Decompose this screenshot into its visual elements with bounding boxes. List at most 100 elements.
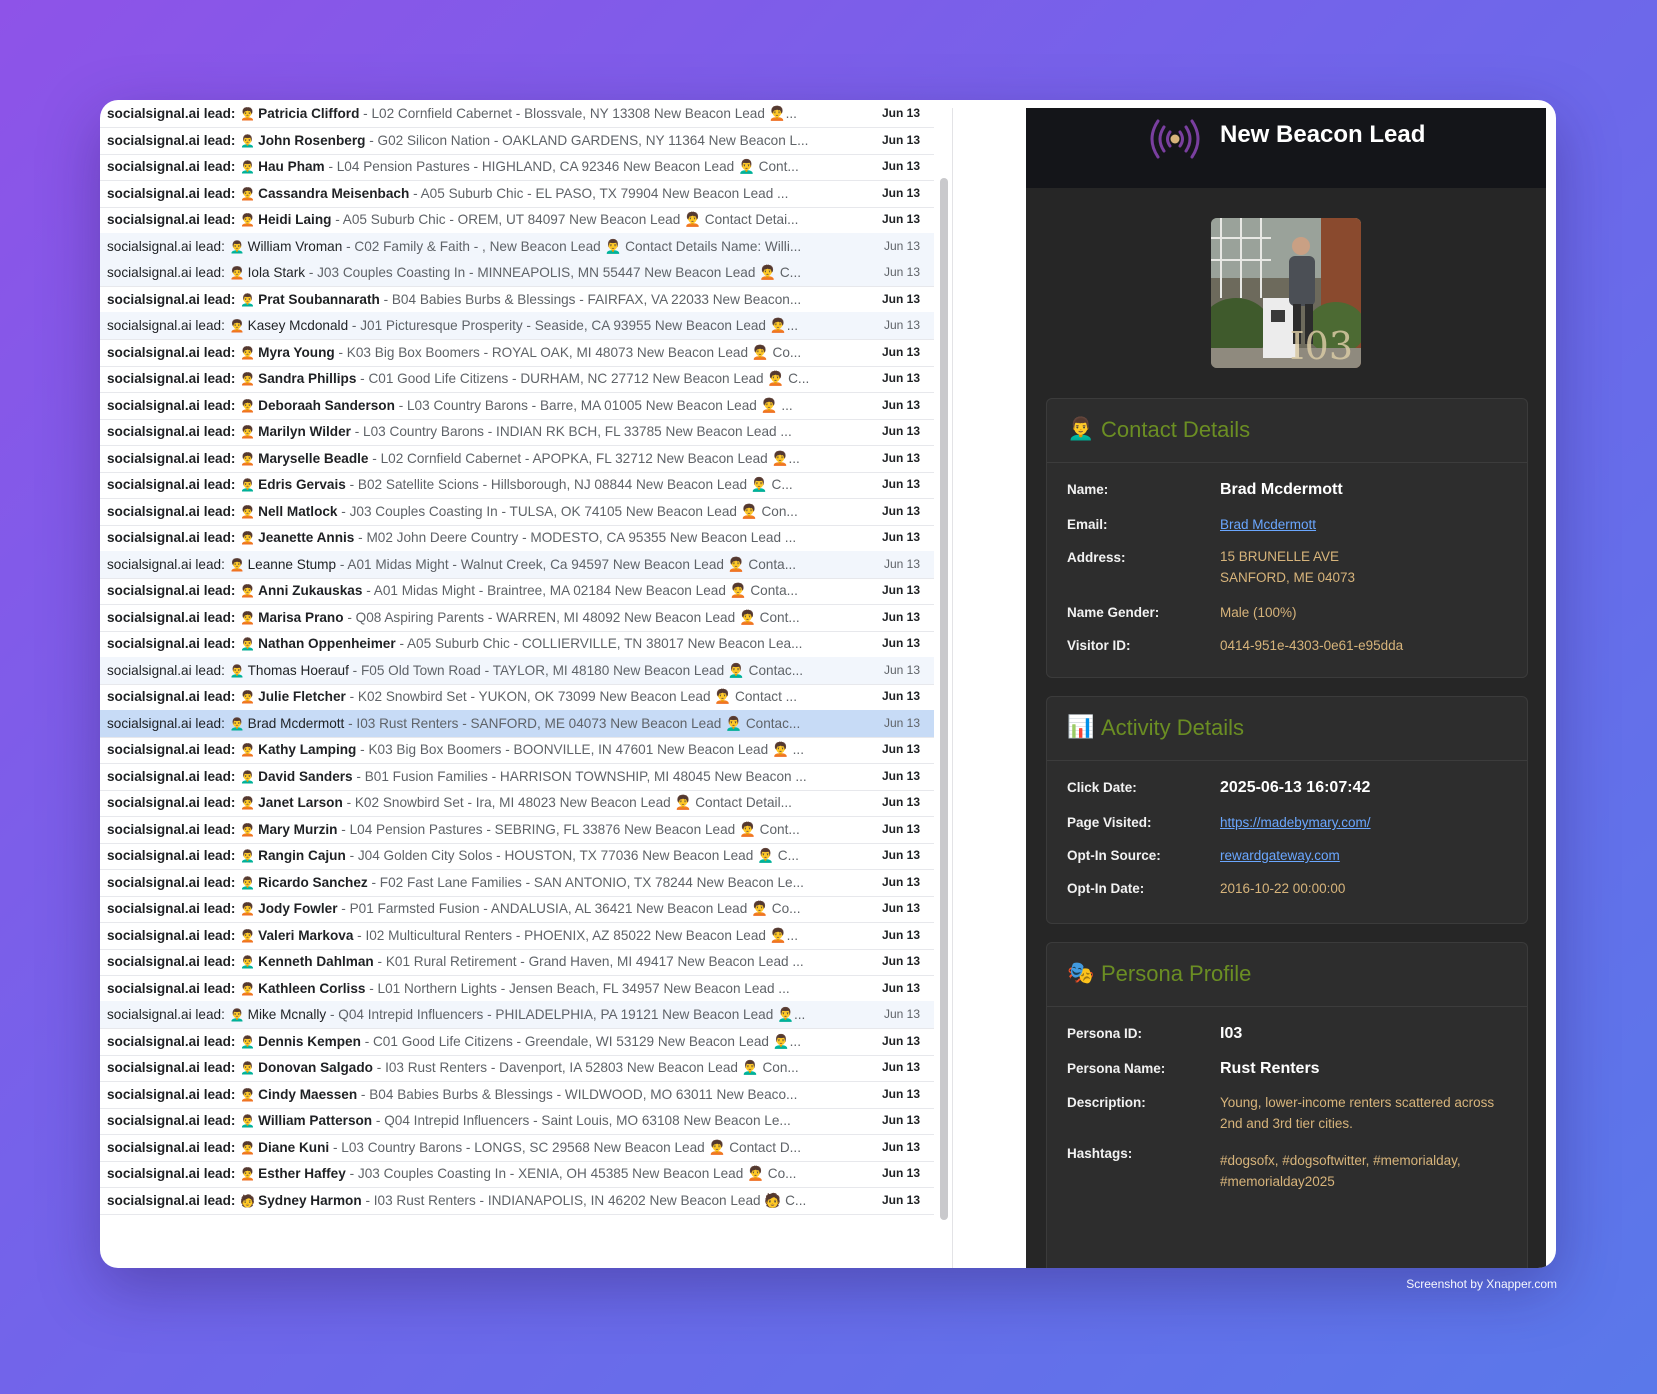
mail-sender: socialsignal.ai lead: <box>107 636 236 651</box>
mail-date: Jun 13 <box>883 1007 920 1021</box>
mail-row-text: socialsignal.ai lead: 🧑‍🦱 Kasey Mcdonald … <box>107 312 825 339</box>
mail-row[interactable]: socialsignal.ai lead: 👨‍🦱 Edris Gervais -… <box>100 471 934 499</box>
mail-row[interactable]: socialsignal.ai lead: 👨‍🦱 Nathan Oppenhei… <box>100 630 934 658</box>
mail-date: Jun 13 <box>883 318 920 332</box>
mail-row[interactable]: socialsignal.ai lead: 👨‍🦱 Brad Mcdermott … <box>100 709 934 738</box>
mail-row[interactable]: socialsignal.ai lead: 🧑‍🦱 Nell Matlock - … <box>100 498 934 526</box>
person-icon: 👨‍🦱 <box>240 955 256 969</box>
mail-date: Jun 13 <box>883 662 920 677</box>
mail-row[interactable]: socialsignal.ai lead: 🧑‍🦱 Myra Young - K0… <box>100 339 934 367</box>
person-icon: 🧑‍🦱 <box>229 266 245 280</box>
mail-sender: socialsignal.ai lead: <box>107 397 236 413</box>
mail-row[interactable]: socialsignal.ai lead: 👨‍🦱 John Rosenberg … <box>100 127 934 155</box>
mail-row[interactable]: socialsignal.ai lead: 👨‍🦱 Thomas Hoerauf … <box>100 656 934 685</box>
mail-lead-name: Esther Haffey <box>258 1166 346 1181</box>
mail-row[interactable]: socialsignal.ai lead: 👨‍🦱 Kenneth Dahlman… <box>100 948 934 976</box>
mail-date: Jun 13 <box>881 768 920 783</box>
mail-lead-name: Kathy Lamping <box>258 742 357 757</box>
mail-date: Jun 13 <box>881 344 920 359</box>
mail-row[interactable]: socialsignal.ai lead: 🧑‍🦱 Patricia Cliffo… <box>100 100 934 128</box>
bar-chart-icon: 📊 <box>1067 715 1095 740</box>
mail-row[interactable]: socialsignal.ai lead: 🧑‍🦱 Maryselle Beadl… <box>100 445 934 473</box>
mail-date: Jun 13 <box>881 397 920 412</box>
mail-row-text: socialsignal.ai lead: 🧑‍🦱 Jody Fowler - P… <box>107 895 825 922</box>
mail-row[interactable]: socialsignal.ai lead: 👨‍🦱 Prat Soubannara… <box>100 286 934 314</box>
mail-row[interactable]: socialsignal.ai lead: 🧑‍🦱 Mary Murzin - L… <box>100 816 934 844</box>
mail-row[interactable]: socialsignal.ai lead: 🧑‍🦱 Heidi Laing - A… <box>100 206 934 234</box>
email-label: Email: <box>1067 517 1108 532</box>
mail-snippet: - K02 Snowbird Set - Ira, MI 48023 New B… <box>346 795 792 810</box>
mail-row[interactable]: socialsignal.ai lead: 🧑‍🦱 Cassandra Meise… <box>100 180 934 208</box>
mail-row[interactable]: socialsignal.ai lead: 🧑‍🦱 Iola Stark - J0… <box>100 259 934 287</box>
mail-row-text: socialsignal.ai lead: 👨‍🦱 Donovan Salgado… <box>107 1054 825 1081</box>
email-link[interactable]: Brad Mcdermott <box>1220 514 1510 535</box>
mail-sender: socialsignal.ai lead: <box>107 742 236 757</box>
mail-window: socialsignal.ai lead: 🧑‍🦱 Patricia Cliffo… <box>100 100 1556 1268</box>
mail-row[interactable]: socialsignal.ai lead: 🧑‍🦱 Kathy Lamping -… <box>100 736 934 764</box>
mail-row[interactable]: socialsignal.ai lead: 👨‍🦱 William Patters… <box>100 1107 934 1135</box>
mail-sender: socialsignal.ai lead: <box>107 291 236 307</box>
mail-date: Jun 13 <box>881 821 920 836</box>
mail-sender: socialsignal.ai lead: <box>107 980 236 996</box>
mail-row[interactable]: socialsignal.ai lead: 🧑‍🦱 Julie Fletcher … <box>100 683 934 711</box>
mail-snippet: - L04 Pension Pastures - HIGHLAND, CA 92… <box>328 159 799 174</box>
mail-row[interactable]: socialsignal.ai lead: 🧑‍🦱 Cindy Maessen -… <box>100 1081 934 1109</box>
mail-row-text: socialsignal.ai lead: 👨‍🦱 Rangin Cajun - … <box>107 842 825 869</box>
mail-list-scrollbar[interactable] <box>940 178 948 1220</box>
mail-sender: socialsignal.ai lead: <box>107 212 236 227</box>
mail-snippet: - A01 Midas Might - Walnut Creek, Ca 945… <box>339 556 797 572</box>
mail-row[interactable]: socialsignal.ai lead: 🧑‍🦱 Jody Fowler - P… <box>100 895 934 923</box>
mail-row-text: socialsignal.ai lead: 🧑‍🦱 Myra Young - K0… <box>107 339 825 366</box>
mail-row[interactable]: socialsignal.ai lead: 🧑‍🦱 Kasey Mcdonald … <box>100 312 934 340</box>
mail-row[interactable]: socialsignal.ai lead: 🧑‍🦱 Janet Larson - … <box>100 789 934 817</box>
mail-row[interactable]: socialsignal.ai lead: 🧑‍🦱 Deboraah Sander… <box>100 392 934 420</box>
person-icon: 👨‍🦱 <box>229 1008 245 1022</box>
mail-row[interactable]: socialsignal.ai lead: 👨‍🦱 William Vroman … <box>100 232 934 261</box>
person-icon: 🧑‍🦱 <box>240 186 256 201</box>
person-icon: 👨‍🦱 <box>229 663 245 678</box>
mail-date: Jun 13 <box>881 742 920 756</box>
mail-snippet: - I03 Rust Renters - Davenport, IA 52803… <box>376 1060 799 1075</box>
mail-row[interactable]: socialsignal.ai lead: 🧑‍🦱 Kathleen Corlis… <box>100 975 934 1003</box>
mail-row[interactable]: socialsignal.ai lead: 🧑 Sydney Harmon - I… <box>100 1187 934 1215</box>
mail-date: Jun 13 <box>881 609 920 624</box>
mail-snippet: - K01 Rural Retirement - Grand Haven, MI… <box>377 954 804 969</box>
mail-row[interactable]: socialsignal.ai lead: 🧑‍🦱 Marilyn Wilder … <box>100 418 934 446</box>
mail-row[interactable]: socialsignal.ai lead: 👨‍🦱 Dennis Kempen -… <box>100 1028 934 1056</box>
mail-row-text: socialsignal.ai lead: 🧑‍🦱 Kathy Lamping -… <box>107 736 825 763</box>
mail-sender: socialsignal.ai lead: <box>107 1166 236 1181</box>
mail-row[interactable]: socialsignal.ai lead: 🧑‍🦱 Esther Haffey -… <box>100 1160 934 1188</box>
person-icon: 🧑‍🦱 <box>240 1087 256 1102</box>
mail-row[interactable]: socialsignal.ai lead: 🧑‍🦱 Marisa Prano - … <box>100 604 934 632</box>
mail-lead-name: Prat Soubannarath <box>258 291 380 307</box>
mail-sender: socialsignal.ai lead: <box>107 185 236 201</box>
mail-row[interactable]: socialsignal.ai lead: 🧑‍🦱 Leanne Stump - … <box>100 550 934 579</box>
mail-row[interactable]: socialsignal.ai lead: 👨‍🦱 Rangin Cajun - … <box>100 842 934 870</box>
mail-row[interactable]: socialsignal.ai lead: 👨‍🦱 Mike Mcnally - … <box>100 1001 934 1029</box>
mail-row[interactable]: socialsignal.ai lead: 👨‍🦱 Ricardo Sanchez… <box>100 869 934 897</box>
pane-divider <box>952 108 953 1268</box>
mail-snippet: - A05 Suburb Chic - OREM, UT 84097 New B… <box>335 212 799 227</box>
person-icon: 👨‍🦱 <box>240 160 256 174</box>
person-icon: 👨‍🦱 <box>240 133 256 148</box>
mail-date: Jun 13 <box>881 954 920 968</box>
mail-snippet: - B02 Satellite Scions - Hillsborough, N… <box>349 477 793 492</box>
description-label: Description: <box>1067 1095 1146 1110</box>
contact-details-card: 👨‍🦱 Contact Details Name: Brad Mcdermott… <box>1046 398 1528 678</box>
opt-in-source-link[interactable]: rewardgateway.com <box>1220 845 1510 866</box>
mail-row-text: socialsignal.ai lead: 👨‍🦱 Brad Mcdermott … <box>107 710 825 737</box>
mail-row[interactable]: socialsignal.ai lead: 👨‍🦱 Hau Pham - L04 … <box>100 153 934 181</box>
mail-sender: socialsignal.ai lead: <box>107 318 225 333</box>
mail-row[interactable]: socialsignal.ai lead: 🧑‍🦱 Sandra Phillips… <box>100 365 934 393</box>
email-header: New Beacon Lead <box>1026 108 1546 188</box>
mail-row[interactable]: socialsignal.ai lead: 🧑‍🦱 Jeanette Annis … <box>100 524 934 552</box>
mail-row[interactable]: socialsignal.ai lead: 👨‍🦱 Donovan Salgado… <box>100 1054 934 1082</box>
page-visited-link[interactable]: https://madebymary.com/ <box>1220 812 1510 833</box>
mail-row-text: socialsignal.ai lead: 🧑‍🦱 Janet Larson - … <box>107 789 825 816</box>
mail-row[interactable]: socialsignal.ai lead: 🧑‍🦱 Diane Kuni - L0… <box>100 1134 934 1162</box>
mail-row[interactable]: socialsignal.ai lead: 👨‍🦱 David Sanders -… <box>100 763 934 791</box>
person-icon: 🧑‍🦱 <box>240 372 256 386</box>
mail-row[interactable]: socialsignal.ai lead: 🧑‍🦱 Anni Zukauskas … <box>100 577 934 605</box>
mail-row[interactable]: socialsignal.ai lead: 🧑‍🦱 Valeri Markova … <box>100 922 934 950</box>
mail-sender: socialsignal.ai lead: <box>107 371 236 386</box>
